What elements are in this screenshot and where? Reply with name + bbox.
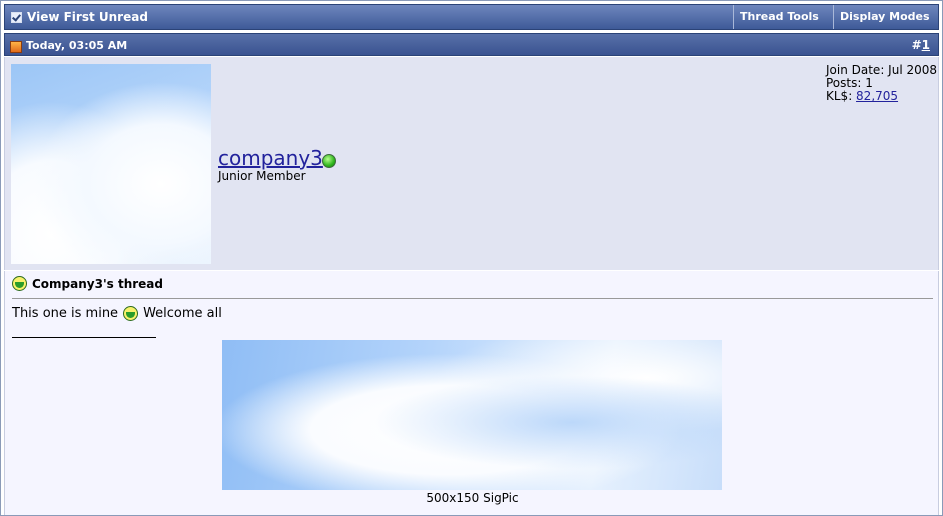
checkbox-icon bbox=[11, 11, 22, 23]
post-number: #1 bbox=[912, 38, 930, 52]
thread-tools-label: Thread Tools bbox=[740, 10, 819, 23]
post-title-text: Company3's thread bbox=[32, 276, 163, 291]
signature-divider bbox=[12, 337, 156, 338]
post-number-link[interactable]: 1 bbox=[922, 38, 930, 52]
user-stats: Join Date: Jul 2008 Posts: 1 KL$: 82,705 bbox=[826, 64, 937, 103]
post-body: Company3's thread This one is mine Welco… bbox=[4, 271, 939, 515]
post-icon bbox=[10, 41, 22, 53]
thread-toolbar: View First Unread Thread Tools Display M… bbox=[4, 4, 939, 44]
title-divider bbox=[12, 298, 933, 299]
user-info-panel: company3 Junior Member Join Date: Jul 20… bbox=[4, 57, 939, 270]
username-link[interactable]: company3 bbox=[218, 146, 323, 170]
message-text-2: Welcome all bbox=[143, 306, 222, 321]
view-first-unread-link[interactable]: View First Unread bbox=[11, 10, 148, 24]
display-modes-menu[interactable]: Display Modes bbox=[833, 5, 939, 44]
grin-smiley-icon bbox=[12, 276, 27, 291]
post-number-prefix: # bbox=[911, 38, 922, 52]
view-first-unread-label: View First Unread bbox=[27, 10, 148, 24]
kl-value-link[interactable]: 82,705 bbox=[856, 89, 898, 103]
thread-frame: View First Unread Thread Tools Display M… bbox=[0, 0, 943, 516]
post-message: This one is mine Welcome all bbox=[12, 306, 222, 321]
kl-balance: KL$: 82,705 bbox=[826, 90, 937, 103]
grin-smiley-icon bbox=[123, 306, 139, 321]
post-date-text: Today, 03:05 AM bbox=[26, 39, 128, 52]
post-title: Company3's thread bbox=[12, 276, 163, 291]
post-date: Today, 03:05 AM bbox=[10, 38, 127, 53]
avatar[interactable] bbox=[11, 64, 211, 264]
online-status-icon bbox=[322, 154, 336, 168]
thread-tools-menu[interactable]: Thread Tools bbox=[733, 5, 833, 44]
display-modes-label: Display Modes bbox=[840, 10, 930, 23]
kl-label: KL$: bbox=[826, 89, 857, 103]
signature-image bbox=[222, 340, 722, 490]
signature-caption: 500x150 SigPic bbox=[426, 491, 519, 505]
post-header: Today, 03:05 AM #1 bbox=[4, 33, 939, 56]
message-text-1: This one is mine bbox=[12, 306, 119, 321]
user-title: Junior Member bbox=[218, 169, 306, 183]
